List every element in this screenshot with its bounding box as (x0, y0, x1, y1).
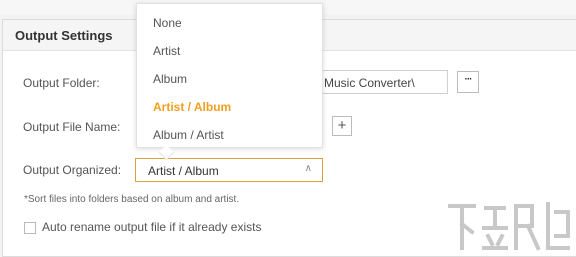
watermark-logo (448, 202, 570, 251)
output-organized-select[interactable]: Artist / Album ∧ (135, 158, 323, 182)
sort-note: *Sort files into folders based on album … (24, 194, 240, 205)
output-file-name-label: Output File Name: (23, 120, 121, 134)
dropdown-option-none[interactable]: None (153, 16, 182, 30)
dropdown-option-album-artist[interactable]: Album / Artist (153, 128, 224, 142)
dropdown-option-album[interactable]: Album (153, 72, 187, 86)
dropdown-option-artist-album[interactable]: Artist / Album (153, 100, 231, 114)
panel-title: Output Settings (15, 28, 113, 43)
output-organized-dropdown: None Artist Album Artist / Album Album /… (136, 3, 323, 161)
output-folder-label: Output Folder: (23, 76, 100, 90)
output-organized-label: Output Organized: (23, 163, 122, 177)
output-organized-value: Artist / Album (148, 164, 219, 178)
auto-rename-checkbox[interactable] (24, 222, 36, 234)
dropdown-option-artist[interactable]: Artist (153, 44, 180, 58)
browse-button[interactable]: ··· (457, 71, 479, 93)
output-folder-input[interactable]: Music Converter\ (318, 70, 448, 94)
add-filename-tag-button[interactable]: + (332, 116, 352, 136)
auto-rename-label[interactable]: Auto rename output file if it already ex… (42, 220, 261, 234)
chevron-up-icon: ∧ (304, 163, 312, 174)
